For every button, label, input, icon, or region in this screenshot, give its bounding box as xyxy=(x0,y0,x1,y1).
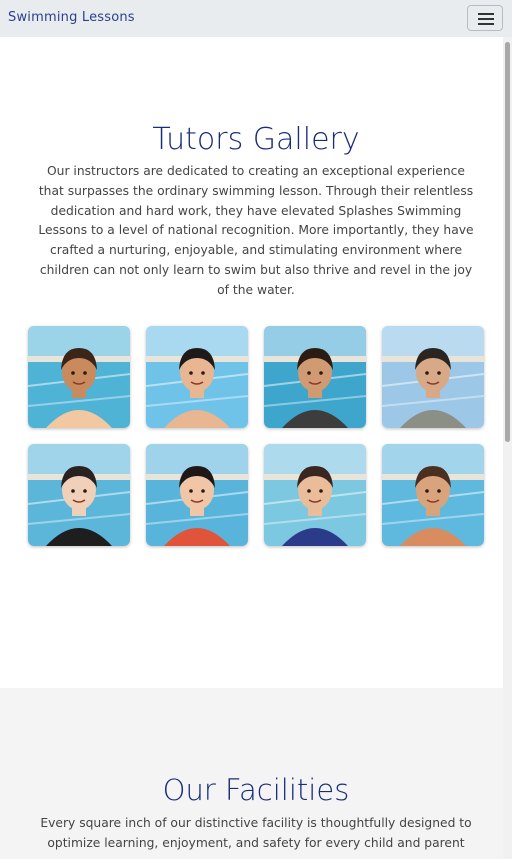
tutor-photo-4[interactable] xyxy=(382,326,484,428)
tutor-photo-8[interactable] xyxy=(382,444,484,546)
facilities-description: Every square inch of our distinctive fac… xyxy=(40,816,472,850)
tutor-photo-2[interactable] xyxy=(146,326,248,428)
tutor-photo-5[interactable] xyxy=(28,444,130,546)
tutor-photo-6[interactable] xyxy=(146,444,248,546)
menu-toggle-button[interactable] xyxy=(467,5,503,31)
scrollbar-thumb[interactable] xyxy=(505,42,510,442)
tutor-photo-3[interactable] xyxy=(264,326,366,428)
facilities-title: Our Facilities xyxy=(162,773,350,807)
gallery-title: Tutors Gallery xyxy=(152,122,360,157)
tutor-photo-7[interactable] xyxy=(264,444,366,546)
brand-link[interactable]: Swimming Lessons xyxy=(8,10,135,25)
gallery-description: Our instructors are dedicated to creatin… xyxy=(38,164,474,297)
navbar: Swimming Lessons xyxy=(0,0,512,37)
tutor-photo-1[interactable] xyxy=(28,326,130,428)
